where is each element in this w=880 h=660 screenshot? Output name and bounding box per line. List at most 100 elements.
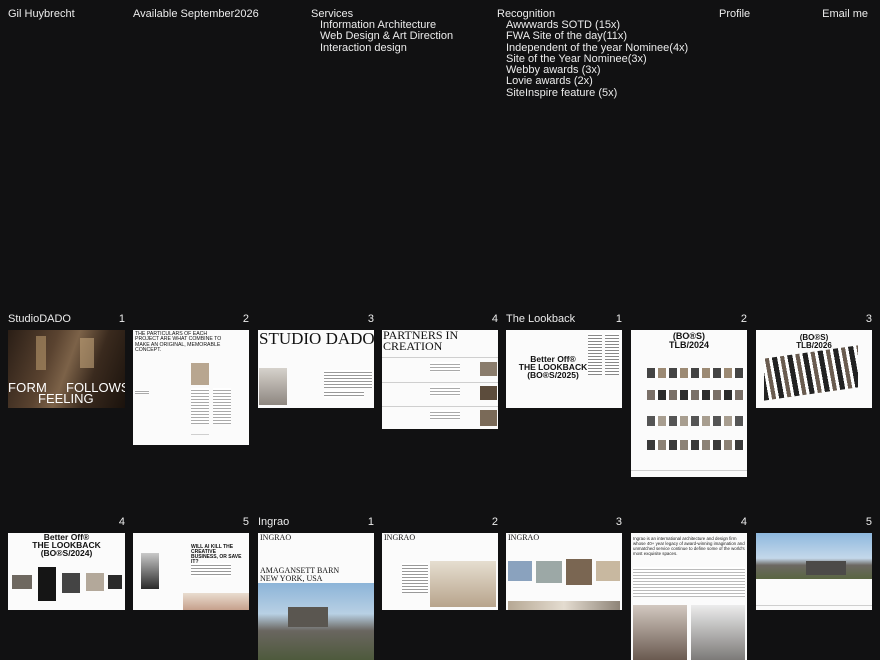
gallery-image xyxy=(596,561,620,581)
brand-logo: INGRAO xyxy=(260,533,292,542)
partner-photo xyxy=(480,386,497,400)
project-slide-thumbnail[interactable]: WILL AI KILL THE CREATIVE BUSINESS, OR S… xyxy=(133,533,249,610)
gallery-image xyxy=(536,561,562,583)
availability-status: Available September2026 xyxy=(133,8,259,20)
index-list xyxy=(605,333,619,375)
body-text-block xyxy=(633,567,745,597)
project-slide-thumbnail[interactable]: PARTNERS IN CREATION xyxy=(382,330,498,429)
service-item: Interaction design xyxy=(320,41,407,54)
architecture-photo xyxy=(183,593,249,610)
gallery-image xyxy=(508,561,532,581)
divider-line xyxy=(382,382,498,383)
slide-number: 2 xyxy=(491,516,498,528)
project-slide-thumbnail[interactable] xyxy=(756,533,872,610)
project-slide-thumbnail[interactable]: STUDIO DADO xyxy=(258,330,374,408)
slide-headline-line: (BO®S/2025) xyxy=(527,370,579,380)
body-text-block xyxy=(191,388,209,424)
project-slide-thumbnail[interactable]: (BO®S) TLB/2024 xyxy=(631,330,747,477)
barn-building xyxy=(288,607,328,627)
body-text-block xyxy=(324,390,364,398)
slide-headline-line: FEELING xyxy=(38,391,94,406)
slide-number: 4 xyxy=(118,516,125,528)
caption-text xyxy=(135,390,149,394)
brand-logo: INGRAO xyxy=(508,533,540,542)
project-slide-thumbnail[interactable]: Ingrao is an international architecture … xyxy=(631,533,747,660)
slide-headline-line: (BO®S/2024) xyxy=(40,548,93,558)
image-grid-row xyxy=(647,416,745,426)
profile-link[interactable]: Profile xyxy=(719,8,750,20)
slide-number: 1 xyxy=(367,516,374,528)
recognition-list: Awwwards SOTD (15x) FWA Site of the day(… xyxy=(506,19,688,99)
services-list: Information Architecture Web Design & Ar… xyxy=(320,19,454,54)
slide-subtitle: TLB/2024 xyxy=(668,340,710,350)
project-title-the-lookback[interactable]: The Lookback xyxy=(506,313,575,325)
recognition-item: FWA Site of the day(11x) xyxy=(506,30,628,43)
portrait-photo xyxy=(633,605,687,660)
divider-line xyxy=(756,605,872,606)
project-slide-thumbnail[interactable]: THE PARTICULARS OF EACH PROJECT ARE WHAT… xyxy=(133,330,249,445)
gallery-image xyxy=(12,575,32,589)
slide-number: 4 xyxy=(740,516,747,528)
portrait-photo xyxy=(691,605,745,660)
project-slide-thumbnail[interactable]: INGRAO AMAGANSETT BARN NEW YORK, USA xyxy=(258,533,374,660)
index-list xyxy=(588,333,602,375)
window-light xyxy=(36,336,46,370)
project-slide-thumbnail[interactable]: INGRAO xyxy=(382,533,498,610)
brand-logo: INGRAO xyxy=(384,533,416,542)
divider-line xyxy=(631,470,747,471)
project-photo xyxy=(191,363,209,385)
slide-number: 1 xyxy=(615,313,622,325)
divider-line xyxy=(191,434,209,435)
gallery-image xyxy=(62,573,80,593)
gallery-image xyxy=(86,573,104,591)
project-slide-thumbnail[interactable]: INGRAO xyxy=(506,533,622,610)
site-owner-name[interactable]: Gil Huybrecht xyxy=(8,8,75,20)
body-text-block xyxy=(191,563,231,577)
image-grid-row xyxy=(647,440,745,450)
project-title-ingrao[interactable]: Ingrao xyxy=(258,516,289,528)
slide-headline: AMAGANSETT BARN NEW YORK, USA xyxy=(260,566,340,583)
body-text-block xyxy=(430,410,460,420)
slide-title: STUDIO DADO xyxy=(259,330,374,348)
body-text-block xyxy=(213,388,231,424)
project-title-studiodado[interactable]: StudioDADO xyxy=(8,313,71,325)
slide-headline: THE PARTICULARS OF EACH PROJECT ARE WHAT… xyxy=(135,331,222,353)
slide-number: 3 xyxy=(615,516,622,528)
service-item: Web Design & Art Direction xyxy=(320,30,454,43)
gallery-image xyxy=(508,601,620,610)
project-slide-thumbnail[interactable]: (BO®S) TLB/2026 xyxy=(756,330,872,408)
partner-photo xyxy=(480,410,497,426)
body-text-block xyxy=(402,563,428,593)
barn-building xyxy=(806,561,846,575)
recognition-item: SiteInspire feature (5x) xyxy=(506,86,618,99)
project-slide-thumbnail[interactable]: Better Off® THE LOOKBACK (BO®S/2024) xyxy=(8,533,125,610)
slide-number: 2 xyxy=(740,313,747,325)
slide-number: 4 xyxy=(491,313,498,325)
image-carousel xyxy=(764,345,858,401)
project-slide-thumbnail[interactable]: FORM FOLLOWS FEELING xyxy=(8,330,125,408)
image-grid-row xyxy=(647,368,745,378)
slide-number: 3 xyxy=(865,313,872,325)
partner-photo xyxy=(480,362,497,376)
window-light xyxy=(80,338,94,368)
gallery-image xyxy=(566,559,592,585)
body-text-block xyxy=(430,386,460,396)
slide-number: 5 xyxy=(242,516,249,528)
divider-line xyxy=(382,357,498,358)
slide-number: 1 xyxy=(118,313,125,325)
body-text-block xyxy=(430,362,460,372)
body-text-block xyxy=(324,370,372,388)
email-link[interactable]: Email me xyxy=(822,8,868,20)
divider-line xyxy=(382,406,498,407)
intro-paragraph: Ingrao is an international architecture … xyxy=(633,536,745,556)
portrait-photo xyxy=(259,368,287,405)
slide-number: 2 xyxy=(242,313,249,325)
image-grid-row xyxy=(647,390,745,400)
project-slide-thumbnail[interactable]: Better Off® THE LOOKBACK (BO®S/2025) xyxy=(506,330,622,408)
featured-image xyxy=(38,567,56,601)
slide-headline: WILL AI KILL THE CREATIVE BUSINESS, OR S… xyxy=(191,544,242,565)
portrait-photo xyxy=(141,553,159,589)
slide-number: 5 xyxy=(865,516,872,528)
gallery-image xyxy=(108,575,122,589)
interior-photo xyxy=(430,561,496,607)
